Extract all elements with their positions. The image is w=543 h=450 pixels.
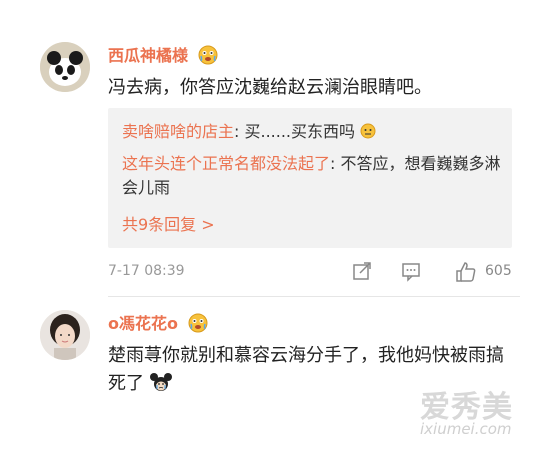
mickey-crying-icon [149, 373, 172, 394]
username[interactable]: o馮花花o [108, 310, 208, 337]
crying-face-icon [198, 45, 218, 69]
reply-text: : 买......买东西吗 [234, 122, 356, 141]
username-text[interactable]: o馮花花o [108, 314, 178, 333]
comment-meta: 7-17 08:39 605 [108, 260, 520, 284]
more-replies-link[interactable]: 共9条回复 > [122, 211, 215, 235]
comment-text: 冯去病，你答应沈巍给赵云澜治眼睛吧。 [108, 77, 432, 98]
avatar[interactable] [40, 310, 90, 360]
speechless-face-icon [360, 122, 376, 141]
reply-1: 卖啥赔啥的店主: 买......买东西吗 [122, 120, 502, 144]
crying-face-icon [188, 313, 208, 337]
avatar[interactable] [40, 42, 90, 92]
divider [108, 296, 520, 297]
like-icon[interactable] [454, 260, 478, 284]
reply-username[interactable]: 这年头连个正常名都没法起了 [122, 154, 330, 173]
watermark-url: ixiumei.com [420, 420, 512, 438]
reply-2: 这年头连个正常名都没法起了: 不答应，想看巍巍多淋会儿雨 [122, 152, 502, 200]
replies-box[interactable]: 卖啥赔啥的店主: 买......买东西吗 这年头连个正常名都没法起了: 不答应，… [108, 108, 512, 248]
timestamp: 7-17 08:39 [108, 263, 185, 279]
share-icon[interactable] [351, 260, 373, 284]
username[interactable]: 西瓜神橘様 [108, 42, 218, 69]
like-count: 605 [485, 263, 512, 279]
username-text[interactable]: 西瓜神橘様 [108, 46, 188, 65]
reply-username[interactable]: 卖啥赔啥的店主 [122, 122, 234, 141]
comment-icon[interactable] [400, 260, 422, 284]
